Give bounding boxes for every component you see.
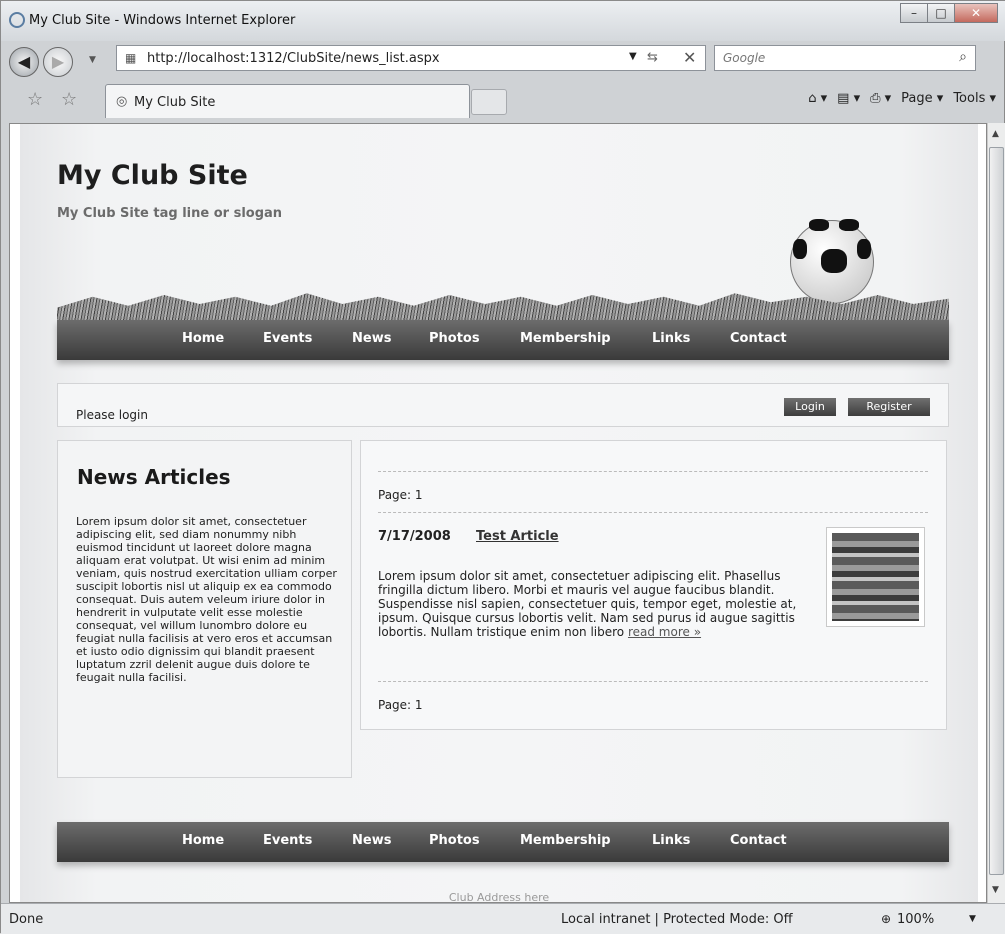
footer-nav-news[interactable]: News <box>352 833 391 848</box>
sidebar-panel: News Articles Lorem ipsum dolor sit amet… <box>57 440 352 778</box>
nav-contact[interactable]: Contact <box>730 331 787 346</box>
refresh-icon[interactable]: ⇆ <box>647 50 658 65</box>
add-favorites-icon[interactable]: ☆ <box>61 89 77 110</box>
login-button[interactable]: Login <box>784 398 836 416</box>
login-bar: Please login Login Register <box>57 383 949 427</box>
footer-nav-membership[interactable]: Membership <box>520 833 611 848</box>
search-input[interactable]: Google <box>723 51 765 65</box>
page-menu[interactable]: Page ▾ <box>901 91 943 106</box>
back-button[interactable]: ◀ <box>9 47 39 77</box>
address-row: ◀ ▶ ▼ ▦ http://localhost:1312/ClubSite/n… <box>1 41 1005 79</box>
status-bar: Done Local intranet | Protected Mode: Of… <box>1 903 1005 934</box>
footer-nav-home[interactable]: Home <box>182 833 224 848</box>
tools-menu[interactable]: Tools ▾ <box>953 91 996 106</box>
page-icon: ▦ <box>125 51 137 65</box>
nav-events[interactable]: Events <box>263 331 312 346</box>
home-icon[interactable]: ⌂ ▾ <box>808 91 827 106</box>
ie-page-icon: ◎ <box>116 94 128 109</box>
nav-membership[interactable]: Membership <box>520 331 611 346</box>
address-url[interactable]: http://localhost:1312/ClubSite/news_list… <box>147 51 440 66</box>
zoom-dropdown-icon[interactable]: ▼ <box>969 914 976 924</box>
pager-top: Page: 1 <box>378 488 423 502</box>
scroll-down-icon[interactable]: ▼ <box>992 885 999 895</box>
read-more-link[interactable]: read more » <box>628 625 701 639</box>
divider <box>378 471 928 472</box>
vertical-scrollbar[interactable]: ▲ ▼ <box>987 123 1005 903</box>
new-tab-button[interactable] <box>471 89 507 115</box>
article-date: 7/17/2008 <box>378 529 451 544</box>
login-message: Please login <box>76 408 148 422</box>
sidebar-text: Lorem ipsum dolor sit amet, consectetuer… <box>76 515 337 684</box>
article-photo <box>832 533 919 621</box>
pager-bottom: Page: 1 <box>378 698 423 712</box>
window-title: My Club Site - Windows Internet Explorer <box>29 13 296 28</box>
close-button[interactable]: ✕ <box>954 3 998 23</box>
register-button[interactable]: Register <box>848 398 930 416</box>
scroll-up-icon[interactable]: ▲ <box>992 129 999 139</box>
bottom-nav-menu: Home Events News Photos Membership Links… <box>57 822 949 862</box>
ie-logo-icon <box>9 12 25 28</box>
recent-pages-chevron-icon[interactable]: ▼ <box>89 55 96 65</box>
article-title-link[interactable]: Test Article <box>476 529 559 544</box>
site-title: My Club Site <box>57 160 248 191</box>
favorites-star-icon[interactable]: ☆ <box>27 89 43 110</box>
browser-window: My Club Site - Windows Internet Explorer… <box>0 0 1005 934</box>
title-bar: My Club Site - Windows Internet Explorer… <box>1 1 1005 41</box>
article-thumbnail[interactable] <box>826 527 925 627</box>
nav-home[interactable]: Home <box>182 331 224 346</box>
footer-nav-contact[interactable]: Contact <box>730 833 787 848</box>
feeds-icon[interactable]: ▤ ▾ <box>837 91 860 106</box>
tab-row: ☆ ☆ ◎ My Club Site ⌂ ▾ ▤ ▾ ⎙ ▾ Page ▾ To… <box>1 81 1005 121</box>
article-body: Lorem ipsum dolor sit amet, consectetuer… <box>378 569 797 639</box>
nav-links[interactable]: Links <box>652 331 690 346</box>
scroll-thumb[interactable] <box>989 147 1004 875</box>
nav-news[interactable]: News <box>352 331 391 346</box>
address-dropdown-icon[interactable]: ▼ <box>629 51 637 62</box>
zoom-icon: ⊕ <box>881 912 892 926</box>
article-summary: Lorem ipsum dolor sit amet, consectetuer… <box>378 569 818 639</box>
sidebar-heading: News Articles <box>77 465 231 489</box>
print-icon[interactable]: ⎙ ▾ <box>870 91 891 106</box>
footer-nav-events[interactable]: Events <box>263 833 312 848</box>
site-tagline: My Club Site tag line or slogan <box>57 206 283 221</box>
club-site-page: My Club Site My Club Site tag line or sl… <box>20 124 978 903</box>
maximize-button[interactable]: □ <box>927 3 955 23</box>
tab-my-club-site[interactable]: ◎ My Club Site <box>105 84 470 118</box>
minimize-button[interactable]: – <box>900 3 928 23</box>
news-list-panel: Page: 1 7/17/2008 Test Article Lorem ips… <box>360 440 947 730</box>
nav-photos[interactable]: Photos <box>429 331 480 346</box>
footer-address: Club Address here <box>448 891 550 903</box>
soccer-ball-image <box>790 219 874 304</box>
address-bar[interactable]: ▦ http://localhost:1312/ClubSite/news_li… <box>116 45 706 71</box>
stop-icon[interactable]: ✕ <box>683 48 696 67</box>
search-icon[interactable]: ⌕ <box>959 49 967 65</box>
footer-nav-photos[interactable]: Photos <box>429 833 480 848</box>
web-content: My Club Site My Club Site tag line or sl… <box>9 123 987 903</box>
divider <box>378 512 928 513</box>
top-nav-menu: Home Events News Photos Membership Links… <box>57 320 949 360</box>
status-text: Done <box>9 912 44 927</box>
forward-button[interactable]: ▶ <box>43 47 73 77</box>
footer-nav-links[interactable]: Links <box>652 833 690 848</box>
zoom-level[interactable]: 100% <box>897 912 934 927</box>
search-box[interactable]: Google ⌕ <box>714 45 976 71</box>
tab-label: My Club Site <box>134 95 216 110</box>
divider <box>378 681 928 682</box>
security-zone[interactable]: Local intranet | Protected Mode: Off <box>561 912 793 927</box>
